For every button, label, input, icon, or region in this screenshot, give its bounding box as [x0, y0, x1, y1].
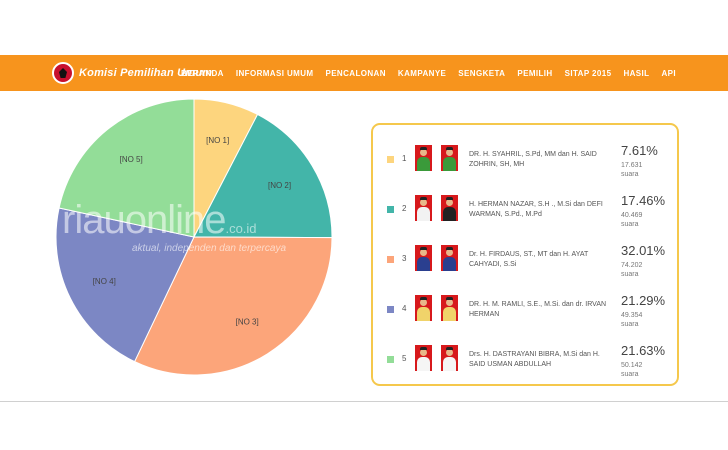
- menu-api[interactable]: API: [661, 69, 676, 78]
- pie-label-4: [NO 4]: [93, 277, 116, 286]
- menu-pemilih[interactable]: PEMILIH: [517, 69, 552, 78]
- result-row-3: 3 Dr. H. FIRDAUS, ST., MT dan H. AYAT CA…: [373, 233, 677, 283]
- page-divider: [0, 401, 728, 402]
- candidate-photo-3b: [441, 245, 458, 271]
- legend-swatch-5: [387, 356, 394, 363]
- legend-swatch-3: [387, 256, 394, 263]
- candidate-names-5: Drs. H. DASTRAYANI BIBRA, M.Si dan H. SA…: [469, 351, 600, 368]
- vote-count-5: 50.142: [621, 362, 643, 369]
- legend-swatch-4: [387, 306, 394, 313]
- result-row-4: 4 DR. H. M. RAMLI, S.E., M.Si. dan dr. I…: [373, 283, 677, 333]
- legend-swatch-2: [387, 206, 394, 213]
- legend-swatch-1: [387, 156, 394, 163]
- candidate-number-2: 2: [402, 204, 407, 213]
- candidate-names-2: H. HERMAN NAZAR, S.H ., M.Si dan DEFI WA…: [469, 201, 603, 218]
- main-menu: BERANDA INFORMASI UMUM PENCALONAN KAMPAN…: [169, 55, 676, 91]
- vote-unit-2: suara: [621, 221, 639, 228]
- vote-percent-3: 32.01%: [621, 243, 666, 258]
- menu-beranda[interactable]: BERANDA: [181, 69, 224, 78]
- watermark-domain: .co.id: [225, 221, 257, 236]
- vote-unit-5: suara: [621, 371, 639, 378]
- candidate-number-5: 5: [402, 354, 407, 363]
- menu-pencalonan[interactable]: PENCALONAN: [325, 69, 385, 78]
- candidate-photo-2b: [441, 195, 458, 221]
- pie-label-2: [NO 2]: [268, 181, 291, 190]
- candidate-number-4: 4: [402, 304, 407, 313]
- vote-count-1: 17.631: [621, 162, 643, 169]
- candidate-photo-5b: [441, 345, 458, 371]
- candidate-photo-1b: [441, 145, 458, 171]
- menu-sitap-2015[interactable]: SITAP 2015: [565, 69, 612, 78]
- riauonline-watermark: riauonline.co.id aktual, independen dan …: [62, 198, 286, 254]
- menu-hasil[interactable]: HASIL: [623, 69, 649, 78]
- vote-unit-1: suara: [621, 171, 639, 178]
- candidate-names-1: DR. H. SYAHRIL, S.Pd, MM dan H. SAID ZOH…: [469, 151, 597, 168]
- vote-unit-4: suara: [621, 321, 639, 328]
- pie-label-1: [NO 1]: [206, 136, 229, 145]
- candidate-names-4: DR. H. M. RAMLI, S.E., M.Si. dan dr. IRV…: [469, 301, 607, 318]
- candidate-photo-5a: [415, 345, 432, 371]
- candidate-number-3: 3: [402, 254, 407, 263]
- vote-unit-3: suara: [621, 271, 639, 278]
- vote-count-3: 74.202: [621, 262, 643, 269]
- menu-sengketa[interactable]: SENGKETA: [458, 69, 505, 78]
- watermark-tagline: aktual, independen dan terpercaya: [132, 243, 287, 254]
- vote-count-4: 49.354: [621, 312, 643, 319]
- vote-percent-2: 17.46%: [621, 193, 666, 208]
- results-legend-card: 1 DR. H. SYAHRIL, S.Pd, MM dan H. SAID Z…: [371, 123, 679, 386]
- candidate-photo-4a: [415, 295, 432, 321]
- result-row-5: 5 Drs. H. DASTRAYANI BIBRA, M.Si dan H. …: [373, 333, 677, 383]
- result-row-2: 2 H. HERMAN NAZAR, S.H ., M.Si dan DEFI …: [373, 183, 677, 233]
- vote-percent-5: 21.63%: [621, 343, 666, 358]
- pie-label-3: [NO 3]: [236, 318, 259, 327]
- vote-percent-4: 21.29%: [621, 293, 666, 308]
- candidate-photo-4b: [441, 295, 458, 321]
- menu-informasi-umum[interactable]: INFORMASI UMUM: [236, 69, 314, 78]
- top-navbar: Komisi Pemilihan Umum BERANDA INFORMASI …: [0, 55, 728, 91]
- candidate-photo-2a: [415, 195, 432, 221]
- candidate-photo-3a: [415, 245, 432, 271]
- vote-percent-1: 7.61%: [621, 143, 658, 158]
- watermark-brand: riauonline: [62, 198, 226, 242]
- candidate-number-1: 1: [402, 154, 407, 163]
- result-row-1: 1 DR. H. SYAHRIL, S.Pd, MM dan H. SAID Z…: [373, 133, 677, 183]
- menu-kampanye[interactable]: KAMPANYE: [398, 69, 446, 78]
- vote-count-2: 40.469: [621, 212, 643, 219]
- candidate-photo-1a: [415, 145, 432, 171]
- candidate-names-3: Dr. H. FIRDAUS, ST., MT dan H. AYAT CAHY…: [469, 251, 589, 268]
- pie-label-5: [NO 5]: [120, 155, 143, 164]
- kpu-emblem-icon: [52, 62, 74, 84]
